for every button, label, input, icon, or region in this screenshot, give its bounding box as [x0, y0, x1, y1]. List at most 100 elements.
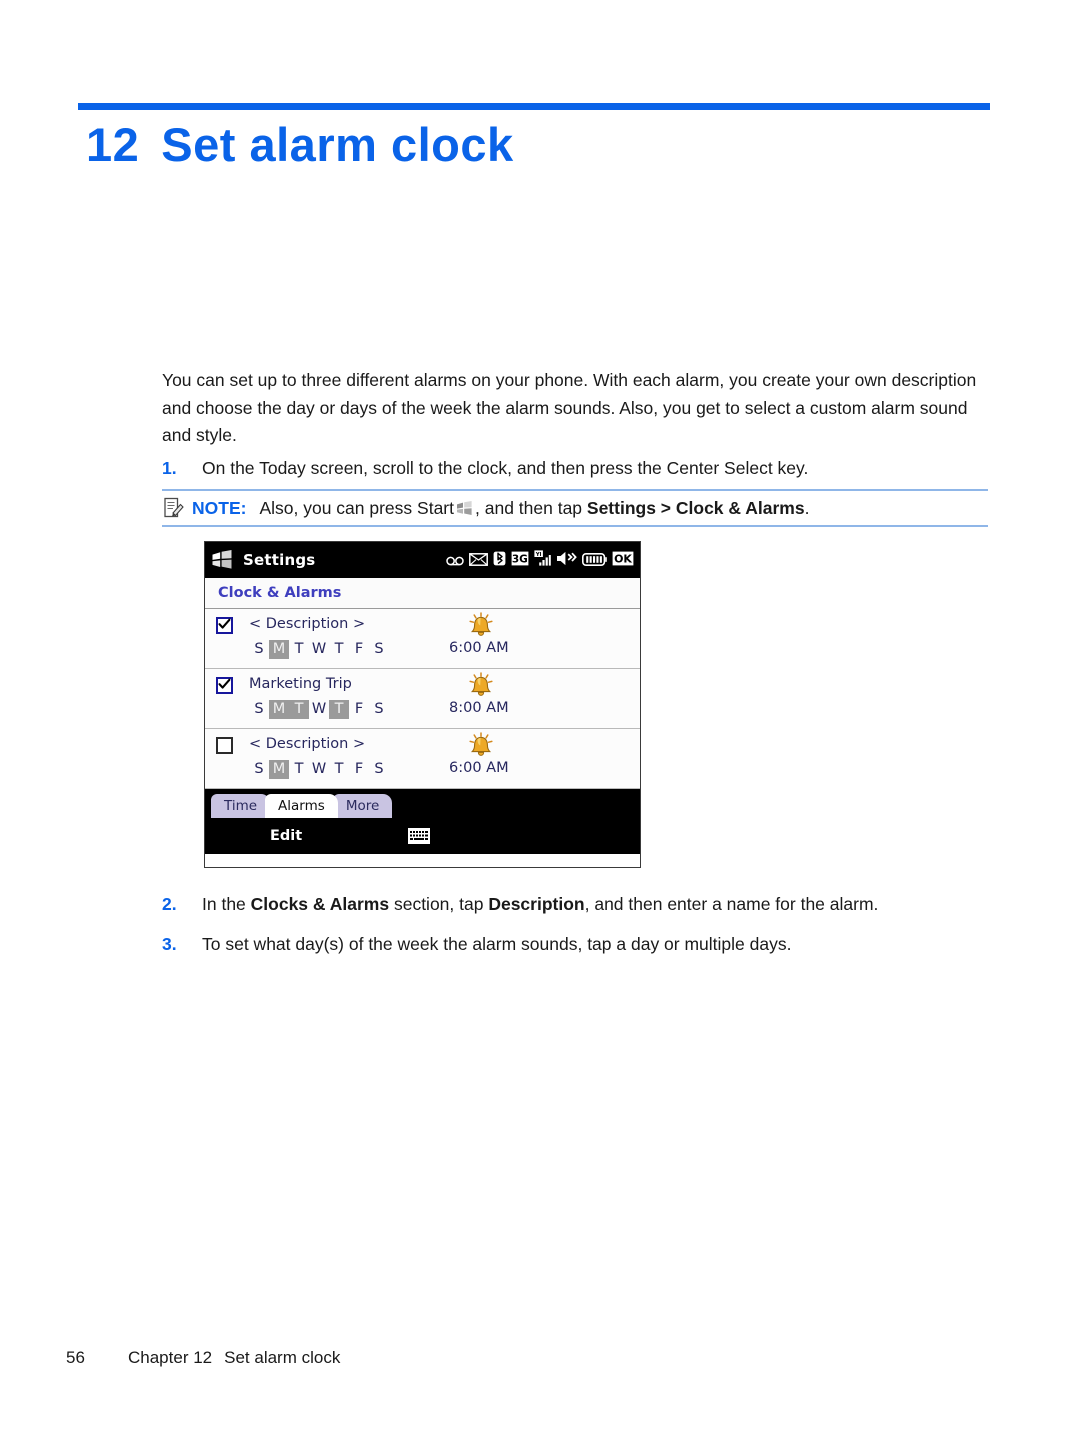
day-toggle-1[interactable]: M	[269, 640, 289, 659]
alarm-enable-checkbox[interactable]	[216, 617, 233, 634]
day-toggle-0[interactable]: S	[249, 640, 269, 659]
step-1-number: 1.	[162, 458, 177, 478]
note-body: NOTE: Also, you can press Start , and the…	[162, 491, 988, 525]
windows-start-icon	[456, 498, 473, 515]
note-label: NOTE:	[192, 498, 247, 518]
alarm-enable-checkbox[interactable]	[216, 737, 233, 754]
alarm-description[interactable]: < Description >	[249, 736, 365, 752]
alarm-day-selector[interactable]: SMTWTFS	[249, 760, 389, 779]
step-2-part-4: , and then enter a name for the alarm.	[584, 894, 879, 914]
device-section-header: Clock & Alarms	[205, 578, 640, 609]
note-callout: NOTE: Also, you can press Start , and the…	[162, 489, 988, 527]
alarm-bell-icon[interactable]	[467, 732, 495, 758]
day-toggle-6[interactable]: S	[369, 640, 389, 659]
3g-icon: 3G	[511, 551, 529, 570]
alarm-enable-checkbox[interactable]	[216, 677, 233, 694]
device-title: Settings	[243, 551, 316, 569]
day-toggle-5[interactable]: F	[349, 760, 369, 779]
footer-chapter: Chapter 12	[128, 1348, 213, 1367]
edit-softkey[interactable]: Edit	[270, 828, 302, 844]
day-toggle-0[interactable]: S	[249, 760, 269, 779]
day-toggle-2[interactable]: T	[289, 700, 309, 719]
step-1-text: On the Today screen, scroll to the clock…	[202, 458, 809, 478]
day-toggle-2[interactable]: T	[289, 760, 309, 779]
day-toggle-4[interactable]: T	[329, 760, 349, 779]
ok-icon[interactable]: OK	[612, 551, 634, 570]
day-toggle-4[interactable]: T	[329, 700, 349, 719]
alarm-description[interactable]: < Description >	[249, 616, 365, 632]
signal-bars-icon: Yl	[534, 550, 551, 570]
chapter-title-text: Set alarm clock	[161, 118, 514, 171]
step-2-part-3: Description	[488, 894, 585, 914]
device-titlebar: Settings 3G Yl OK	[205, 542, 640, 578]
device-softkey-bar: Edit	[205, 818, 640, 854]
alarm-bell-icon[interactable]	[467, 612, 495, 638]
voicemail-icon	[446, 551, 464, 570]
day-toggle-6[interactable]: S	[369, 700, 389, 719]
step-1: 1. On the Today screen, scroll to the cl…	[162, 455, 982, 481]
document-page: 12 Set alarm clock You can set up to thre…	[0, 0, 1080, 1437]
day-toggle-4[interactable]: T	[329, 640, 349, 659]
note-bold-path: Settings > Clock & Alarms	[586, 498, 805, 518]
alarm-bell-icon[interactable]	[467, 672, 495, 698]
tab-alarms[interactable]: Alarms	[265, 794, 338, 818]
step-2-part-0: In the	[202, 894, 251, 914]
svg-text:3G: 3G	[512, 553, 528, 565]
alarm-row[interactable]: < Description > S M T W T F S 6:00 AM	[205, 729, 640, 789]
chapter-number: 12	[86, 118, 140, 171]
battery-icon	[582, 551, 607, 570]
device-status-tray: 3G Yl OK	[446, 550, 636, 570]
device-screenshot: Settings 3G Yl OK Clock & Alarms < Descr…	[204, 541, 641, 868]
page-title: 12 Set alarm clock	[86, 117, 514, 172]
alarm-day-selector[interactable]: SMTWTFS	[249, 640, 389, 659]
day-toggle-1[interactable]: M	[269, 700, 289, 719]
tab-time[interactable]: Time	[211, 794, 271, 818]
keyboard-icon[interactable]	[408, 828, 430, 844]
day-toggle-5[interactable]: F	[349, 640, 369, 659]
footer-title: Set alarm clock	[224, 1348, 341, 1367]
day-toggle-3[interactable]: W	[309, 700, 329, 719]
page-footer: 56 Chapter 12 Set alarm clock	[66, 1348, 340, 1368]
note-text-after: , and then tap	[475, 498, 587, 518]
alarm-row[interactable]: Marketing Trip S M T W T F S 8:00 AM	[205, 669, 640, 729]
check-icon	[218, 618, 231, 629]
section-header-label: Clock & Alarms	[218, 585, 342, 601]
alarm-row[interactable]: < Description > S M T W T F S 6:00 AM	[205, 609, 640, 669]
day-toggle-3[interactable]: W	[309, 760, 329, 779]
bluetooth-icon	[493, 551, 506, 570]
step-2-number: 2.	[162, 894, 177, 914]
envelope-icon	[469, 551, 488, 570]
step-2-text: In the Clocks & Alarms section, tap Desc…	[202, 891, 982, 917]
note-pencil-icon	[162, 497, 184, 519]
alarm-time[interactable]: 6:00 AM	[449, 640, 519, 656]
step-3-number: 3.	[162, 934, 177, 954]
svg-text:Yl: Yl	[535, 552, 542, 558]
tab-more[interactable]: More	[332, 794, 393, 818]
alarm-time[interactable]: 8:00 AM	[449, 700, 519, 716]
step-2-part-1: Clocks & Alarms	[250, 894, 390, 914]
note-text-end: .	[804, 498, 810, 518]
note-bottom-rule	[162, 525, 988, 527]
alarm-day-selector[interactable]: SMTWTFS	[249, 700, 389, 719]
note-text-before: Also, you can press Start	[259, 498, 454, 518]
windows-start-icon[interactable]	[211, 550, 233, 570]
day-toggle-3[interactable]: W	[309, 640, 329, 659]
day-toggle-1[interactable]: M	[269, 760, 289, 779]
speaker-icon	[556, 551, 577, 570]
step-3: 3. To set what day(s) of the week the al…	[162, 931, 982, 957]
intro-paragraph: You can set up to three different alarms…	[162, 370, 977, 445]
alarm-description[interactable]: Marketing Trip	[249, 676, 352, 692]
check-icon	[218, 678, 231, 689]
alarm-time[interactable]: 6:00 AM	[449, 760, 519, 776]
device-tabbar: Time Alarms More	[205, 789, 640, 818]
day-toggle-6[interactable]: S	[369, 760, 389, 779]
step-2: 2. In the Clocks & Alarms section, tap D…	[162, 891, 982, 917]
step-2-part-2: section, tap	[389, 894, 489, 914]
day-toggle-0[interactable]: S	[249, 700, 269, 719]
day-toggle-5[interactable]: F	[349, 700, 369, 719]
svg-text:OK: OK	[614, 552, 632, 565]
footer-page-number: 56	[66, 1348, 85, 1367]
note-text: Also, you can press Start, and then tap …	[259, 496, 809, 520]
day-toggle-2[interactable]: T	[289, 640, 309, 659]
alarm-list: < Description > S M T W T F S 6:00 AM Marketing T…	[205, 609, 640, 789]
